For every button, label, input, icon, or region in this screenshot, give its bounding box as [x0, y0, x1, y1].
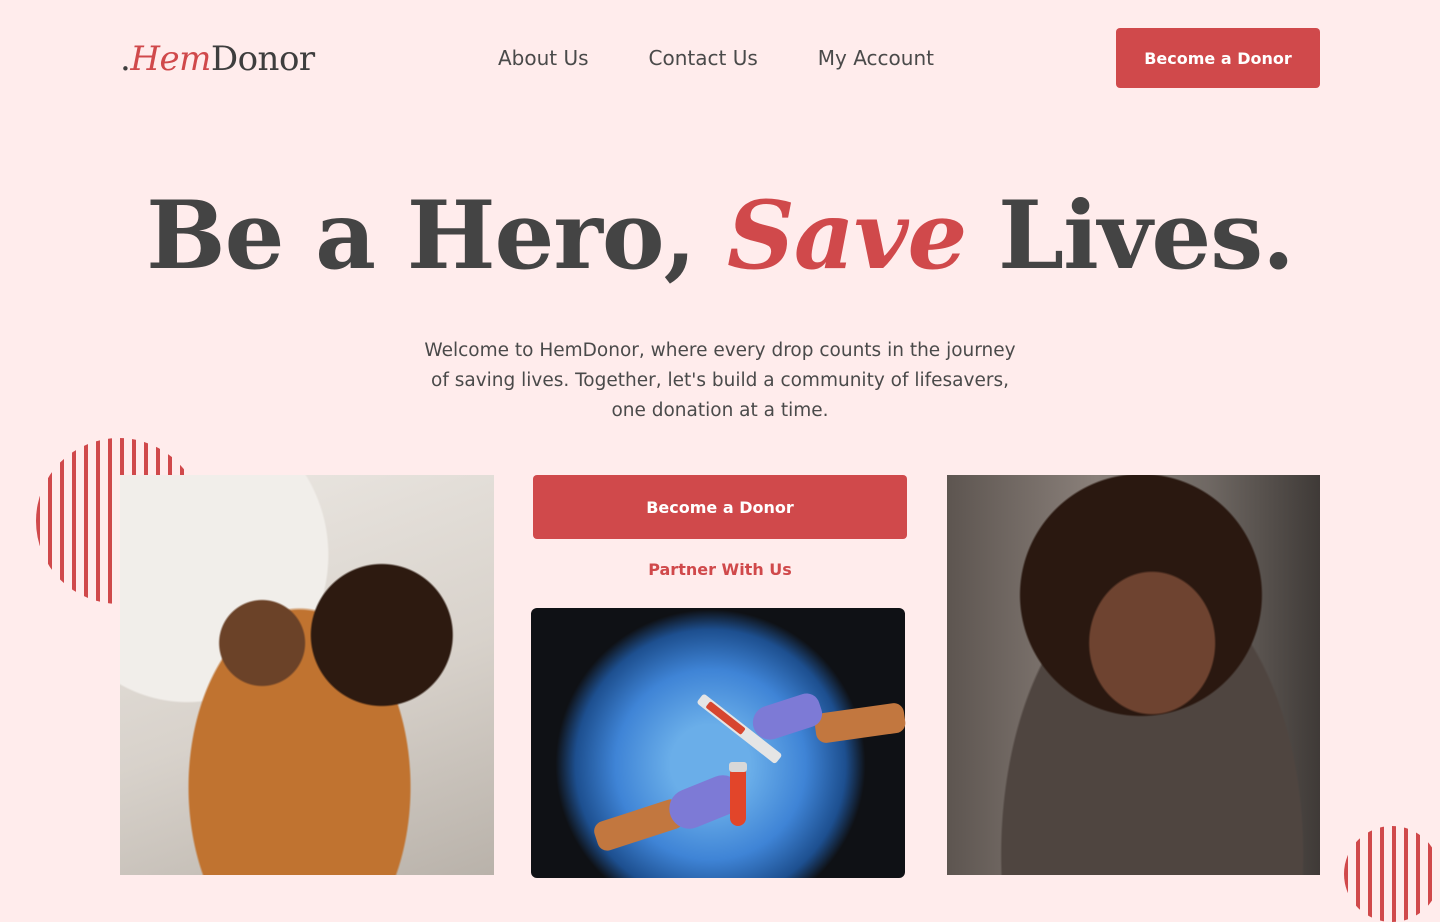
logo-dot: . — [120, 39, 131, 79]
hero-title-part1: Be a Hero, — [146, 181, 728, 291]
family-photo — [120, 475, 494, 875]
logo-hem: Hem — [130, 39, 211, 79]
nav-my-account[interactable]: My Account — [818, 44, 934, 72]
smiling-woman-photo — [947, 475, 1320, 875]
nav-about-us[interactable]: About Us — [498, 44, 589, 72]
tube-cap — [729, 762, 747, 772]
hero-subtitle: Welcome to HemDonor, where every drop co… — [424, 340, 1016, 421]
blood-donation-photo — [531, 608, 905, 878]
logo-donor: Donor — [210, 39, 315, 79]
header-become-donor-button[interactable]: Become a Donor — [1116, 28, 1320, 88]
hero-title: Be a Hero, Save Lives. — [0, 178, 1440, 294]
logo[interactable]: .HemDonor — [120, 38, 315, 80]
hero-become-donor-button[interactable]: Become a Donor — [533, 475, 907, 539]
partner-with-us-link[interactable]: Partner With Us — [533, 558, 907, 582]
nav-contact-us[interactable]: Contact Us — [649, 44, 758, 72]
blood-tube-icon — [729, 762, 747, 826]
hero-title-part2: Lives. — [966, 181, 1295, 291]
hero-title-accent: Save — [727, 181, 967, 291]
main-nav: About Us Contact Us My Account — [498, 44, 934, 72]
stripe-circle-decoration — [1344, 826, 1440, 922]
